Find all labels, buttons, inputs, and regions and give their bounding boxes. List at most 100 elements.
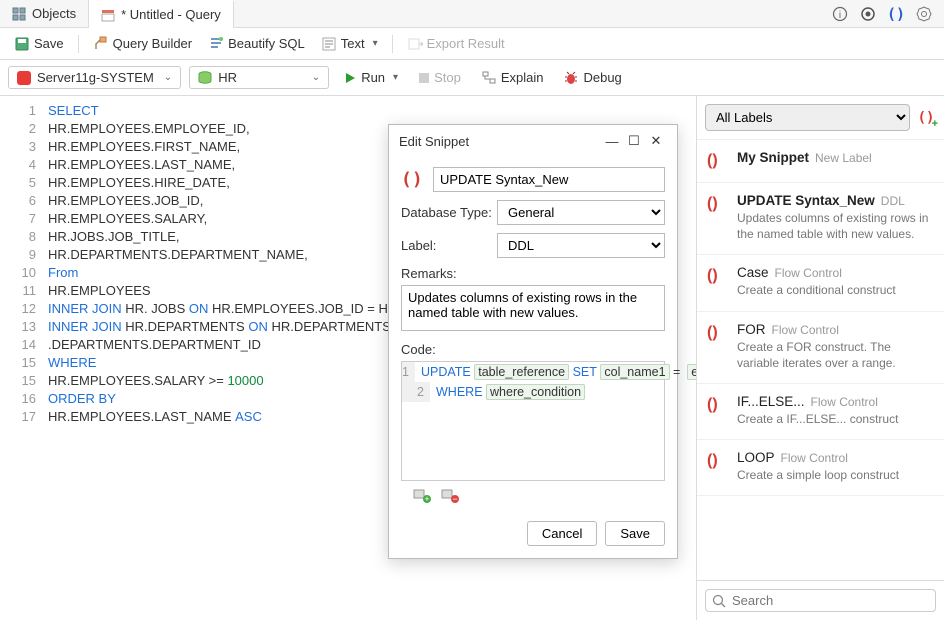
- connection-selector[interactable]: Server11g-SYSTEM ⌄: [8, 66, 181, 89]
- chevron-down-icon: ▾: [373, 38, 378, 49]
- snippet-description: Create a IF...ELSE... construct: [737, 411, 934, 427]
- snippet-description: Create a simple loop construct: [737, 467, 934, 483]
- snippet-description: Create a conditional construct: [737, 282, 934, 298]
- snippet-name: IF...ELSE...: [737, 394, 805, 409]
- database-name: HR: [218, 70, 237, 85]
- text-button[interactable]: Text ▾: [315, 32, 384, 56]
- main-toolbar: Save Query Builder Beautify SQL Text ▾ E…: [0, 28, 944, 60]
- snippet-name: UPDATE Syntax_New: [737, 193, 875, 208]
- save-label: Save: [34, 36, 64, 51]
- export-icon: [407, 36, 423, 52]
- run-toolbar: Server11g-SYSTEM ⌄ HR ⌄ Run ▾ Stop Expla…: [0, 60, 944, 96]
- query-builder-icon: [93, 36, 109, 52]
- snippet-category: New Label: [815, 151, 872, 165]
- tab-label: Objects: [32, 6, 76, 21]
- snippet-description: Updates columns of existing rows in the …: [737, 210, 934, 242]
- snippet-icon: (): [707, 394, 727, 427]
- snippet-name: LOOP: [737, 450, 775, 465]
- snippet-category: DDL: [881, 194, 905, 208]
- snippet-name: Case: [737, 265, 769, 280]
- chevron-down-icon: ⌄: [312, 72, 320, 83]
- snippet-category: Flow Control: [772, 323, 839, 337]
- gear-icon[interactable]: [916, 6, 932, 22]
- sql-editor[interactable]: 1SELECT2HR.EMPLOYEES.EMPLOYEE_ID,3HR.EMP…: [0, 96, 696, 620]
- snippet-item[interactable]: ()CaseFlow ControlCreate a conditional c…: [697, 255, 944, 311]
- text-icon: [321, 36, 337, 52]
- snippet-category: Flow Control: [811, 395, 878, 409]
- dbtype-select[interactable]: General: [497, 200, 665, 225]
- debug-button[interactable]: Debug: [557, 66, 627, 90]
- search-field[interactable]: [732, 593, 929, 608]
- close-icon[interactable]: ✕: [645, 133, 667, 149]
- label: Debug: [583, 70, 621, 85]
- snippet-item[interactable]: ()FORFlow ControlCreate a FOR construct.…: [697, 312, 944, 384]
- label: Stop: [434, 70, 461, 85]
- table-icon: [101, 8, 115, 22]
- snippet-panel: All Labels ()+ () My Snippet New Label () UP…: [696, 96, 944, 620]
- play-icon: [343, 71, 357, 85]
- dbtype-label: Database Type:: [401, 205, 497, 220]
- save-button[interactable]: Save: [605, 521, 665, 546]
- maximize-icon[interactable]: ☐: [623, 133, 645, 149]
- svg-text:+: +: [424, 494, 429, 503]
- query-builder-button[interactable]: Query Builder: [87, 32, 198, 56]
- svg-text:i: i: [839, 10, 841, 21]
- export-result-button: Export Result: [401, 32, 511, 56]
- database-icon: [198, 71, 212, 85]
- label: Explain: [501, 70, 544, 85]
- snippet-category: Flow Control: [781, 451, 848, 465]
- search-input[interactable]: [705, 589, 936, 612]
- grid-icon: [12, 7, 26, 21]
- code-label: Code:: [401, 342, 665, 357]
- snippet-icon: (): [707, 450, 727, 483]
- snippet-icon[interactable]: (): [888, 6, 904, 22]
- snippet-item[interactable]: () IF...ELSE... Flow Control Create a IF...…: [697, 384, 944, 440]
- snippet-item[interactable]: ()My SnippetNew Label: [697, 140, 944, 183]
- snippet-name: My Snippet: [737, 150, 809, 165]
- label: Run: [361, 70, 385, 85]
- tab-objects[interactable]: Objects: [0, 0, 89, 28]
- oracle-icon: [17, 71, 31, 85]
- label-label: Label:: [401, 238, 497, 253]
- stop-button: Stop: [412, 66, 467, 89]
- snippet-code-editor[interactable]: 1UPDATE table_reference SET col_name1 = …: [401, 361, 665, 481]
- remarks-textarea[interactable]: [401, 285, 665, 331]
- target-icon[interactable]: [860, 6, 876, 22]
- snippet-icon: (): [707, 193, 727, 242]
- chevron-down-icon: ▾: [393, 72, 398, 83]
- minimize-icon[interactable]: —: [601, 134, 623, 149]
- tab-bar: Objects * Untitled - Query i (): [0, 0, 944, 28]
- run-button[interactable]: Run ▾: [337, 66, 404, 89]
- chevron-down-icon: ⌄: [164, 72, 172, 83]
- label: Beautify SQL: [228, 36, 305, 51]
- snippet-name: FOR: [737, 322, 766, 337]
- svg-text:−: −: [452, 494, 457, 503]
- save-icon: [14, 36, 30, 52]
- add-placeholder-icon[interactable]: +: [413, 487, 431, 503]
- snippet-description: Create a FOR construct. The variable ite…: [737, 339, 934, 371]
- save-button[interactable]: Save: [8, 32, 70, 56]
- snippet-name-input[interactable]: [433, 167, 665, 192]
- info-icon[interactable]: i: [832, 6, 848, 22]
- bug-icon: [563, 70, 579, 86]
- snippet-item[interactable]: () LOOP Flow Control Create a simple loop c…: [697, 440, 944, 496]
- label: Export Result: [427, 36, 505, 51]
- beautify-button[interactable]: Beautify SQL: [202, 32, 311, 56]
- new-snippet-icon[interactable]: ()+: [916, 108, 936, 128]
- explain-button[interactable]: Explain: [475, 66, 550, 90]
- beautify-icon: [208, 36, 224, 52]
- cancel-button[interactable]: Cancel: [527, 521, 597, 546]
- snippet-icon: (): [707, 265, 727, 298]
- remove-placeholder-icon[interactable]: −: [441, 487, 459, 503]
- tab-label: * Untitled - Query: [121, 7, 221, 22]
- stop-icon: [418, 72, 430, 84]
- label-select[interactable]: DDL: [497, 233, 665, 258]
- remarks-label: Remarks:: [401, 266, 665, 281]
- labels-filter-select[interactable]: All Labels: [705, 104, 910, 131]
- database-selector[interactable]: HR ⌄: [189, 66, 329, 89]
- label: Query Builder: [113, 36, 192, 51]
- tab-query[interactable]: * Untitled - Query: [89, 0, 234, 28]
- connection-name: Server11g-SYSTEM: [37, 70, 154, 85]
- edit-snippet-dialog: Edit Snippet — ☐ ✕ () Database Type: Gen…: [388, 124, 678, 559]
- snippet-item[interactable]: () UPDATE Syntax_New DDL Updates columns of…: [697, 183, 944, 255]
